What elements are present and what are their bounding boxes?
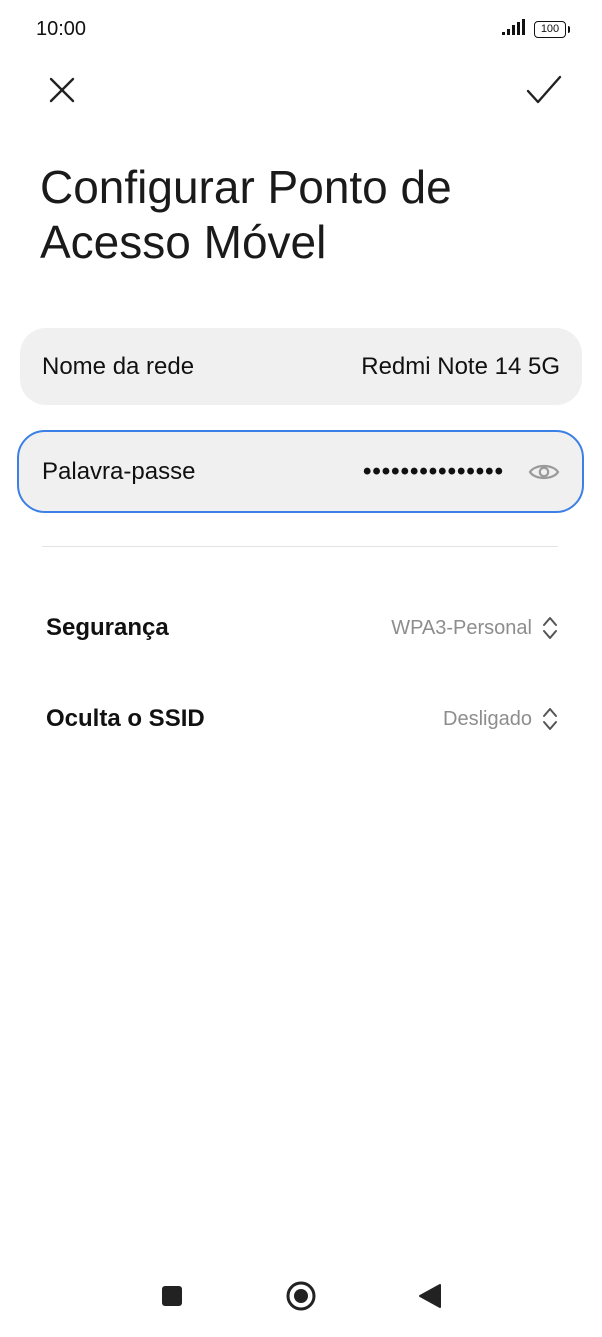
hide-ssid-row[interactable]: Oculta o SSID Desligado xyxy=(46,689,558,749)
chevron-updown-icon xyxy=(542,615,558,641)
network-name-value[interactable]: Redmi Note 14 5G xyxy=(361,353,560,381)
close-button[interactable] xyxy=(40,70,84,114)
checkmark-icon xyxy=(526,75,562,110)
back-button[interactable] xyxy=(410,1278,450,1318)
password-value[interactable]: ••••••••••••••• xyxy=(363,458,504,486)
status-bar: 10:00 100 xyxy=(0,0,602,60)
security-label: Segurança xyxy=(46,614,169,641)
battery-indicator: 100 xyxy=(534,21,570,38)
recent-apps-button[interactable] xyxy=(152,1278,192,1318)
security-row[interactable]: Segurança WPA3-Personal xyxy=(46,598,558,658)
password-field[interactable]: Palavra-passe ••••••••••••••• xyxy=(17,430,584,513)
confirm-button[interactable] xyxy=(522,70,566,114)
close-icon xyxy=(49,77,75,108)
password-label: Palavra-passe xyxy=(42,457,196,485)
chevron-updown-icon xyxy=(542,706,558,732)
triangle-back-icon xyxy=(418,1283,442,1314)
network-name-label: Nome da rede xyxy=(42,352,195,380)
hide-ssid-label: Oculta o SSID xyxy=(46,705,205,732)
network-name-field[interactable]: Nome da rede Redmi Note 14 5G xyxy=(20,328,582,405)
signal-bars-icon xyxy=(502,19,528,40)
navigation-bar xyxy=(0,1270,602,1320)
section-divider xyxy=(42,546,558,547)
status-indicators: 100 xyxy=(502,19,570,40)
eye-icon[interactable] xyxy=(528,462,560,482)
home-button[interactable] xyxy=(281,1278,321,1318)
security-value: WPA3-Personal xyxy=(391,616,532,639)
page-title: Configurar Ponto de Acesso Móvel xyxy=(40,161,452,268)
square-recent-icon xyxy=(160,1284,184,1313)
circle-home-icon xyxy=(285,1280,317,1317)
status-time: 10:00 xyxy=(36,18,87,40)
hide-ssid-value: Desligado xyxy=(443,707,532,730)
